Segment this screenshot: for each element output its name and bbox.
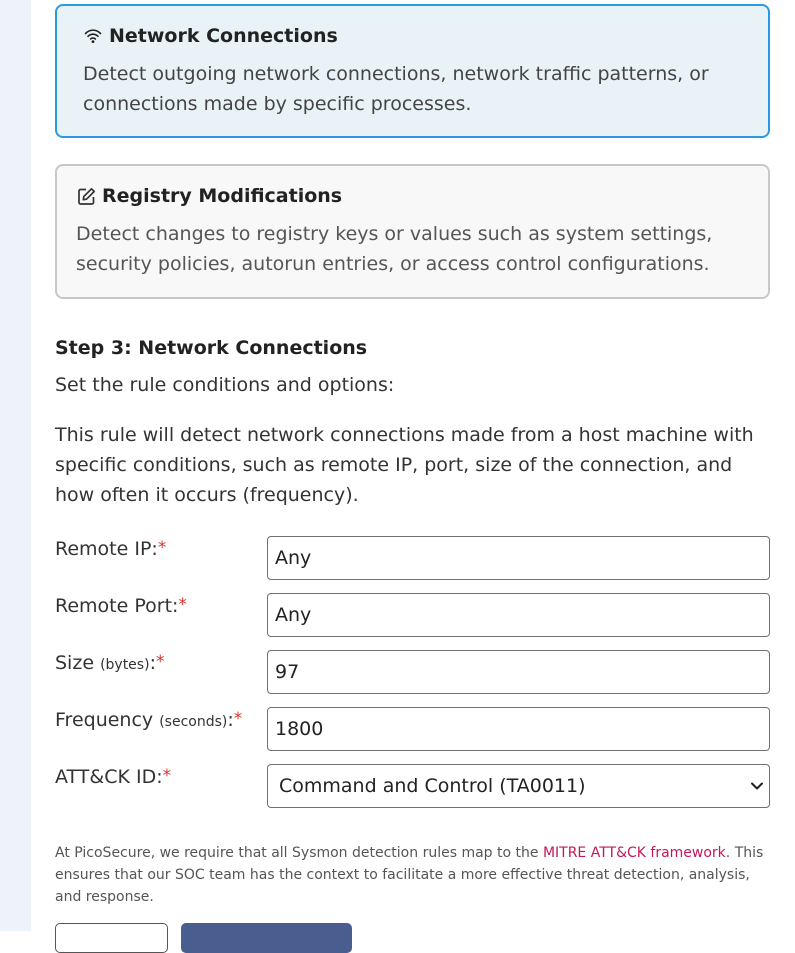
step-subtitle: Set the rule conditions and options: xyxy=(55,374,395,396)
remote-port-input[interactable] xyxy=(267,593,770,637)
remote-port-label: Remote Port:* xyxy=(55,595,187,617)
attack-id-select[interactable]: Command and Control (TA0011) xyxy=(267,764,770,808)
sidebar-edge xyxy=(0,0,31,931)
required-asterisk: * xyxy=(157,538,167,558)
frequency-unit: (seconds) xyxy=(159,714,228,730)
remote-ip-label: Remote IP:* xyxy=(55,538,167,560)
size-input[interactable] xyxy=(267,650,770,694)
remote-ip-input[interactable] xyxy=(267,536,770,580)
attack-id-label: ATT&CK ID:* xyxy=(55,766,172,788)
frequency-row: Frequency (seconds):* xyxy=(55,707,770,764)
size-unit: (bytes) xyxy=(100,657,150,673)
card-registry-modifications[interactable]: Registry Modifications Detect changes to… xyxy=(55,164,770,299)
rule-wizard: Network Connections Detect outgoing netw… xyxy=(55,0,770,908)
required-asterisk: * xyxy=(233,709,243,729)
rule-conditions-form: Remote IP:* Remote Port:* Size (bytes):*… xyxy=(55,536,770,821)
frequency-input[interactable] xyxy=(267,707,770,751)
step-title: Step 3: Network Connections xyxy=(55,337,368,359)
card-title: Registry Modifications xyxy=(102,185,343,207)
remote-port-row: Remote Port:* xyxy=(55,593,770,650)
edit-icon xyxy=(76,186,96,206)
attack-id-row: ATT&CK ID:* Command and Control (TA0011) xyxy=(55,764,770,821)
required-asterisk: * xyxy=(155,652,165,672)
required-asterisk: * xyxy=(162,766,172,786)
mitre-framework-link[interactable]: MITRE ATT&CK framework xyxy=(543,845,726,861)
card-network-connections[interactable]: Network Connections Detect outgoing netw… xyxy=(55,4,770,138)
card-description: Detect changes to registry keys or value… xyxy=(76,223,713,275)
framework-note: At PicoSecure, we require that all Sysmo… xyxy=(55,845,764,905)
wifi-icon xyxy=(83,26,103,46)
remote-ip-row: Remote IP:* xyxy=(55,536,770,593)
card-description: Detect outgoing network connections, net… xyxy=(83,63,709,115)
required-asterisk: * xyxy=(178,595,187,615)
card-title: Network Connections xyxy=(109,25,338,47)
size-row: Size (bytes):* xyxy=(55,650,770,707)
size-label: Size (bytes):* xyxy=(55,652,165,674)
back-button[interactable] xyxy=(55,923,168,953)
step-intro: This rule will detect network connection… xyxy=(55,424,754,506)
next-button[interactable] xyxy=(181,923,352,953)
frequency-label: Frequency (seconds):* xyxy=(55,709,243,731)
